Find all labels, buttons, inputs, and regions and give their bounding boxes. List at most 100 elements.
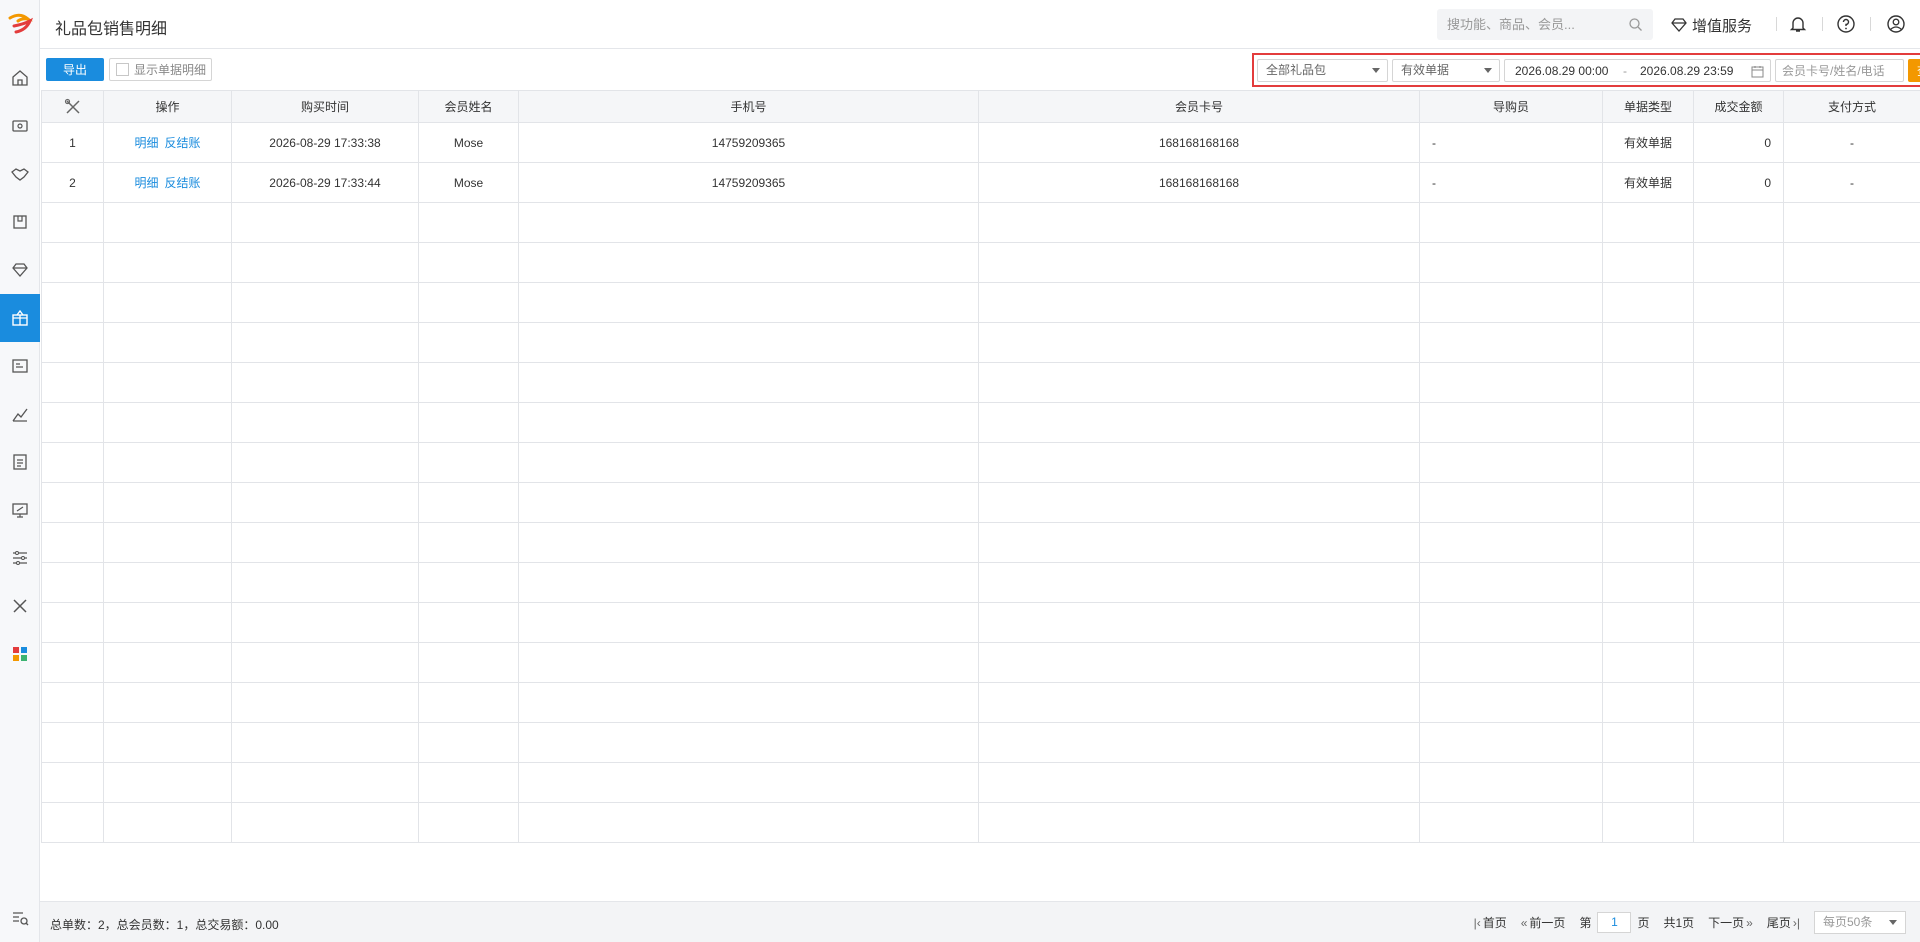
empty-cell (41, 762, 104, 803)
sidebar-item-goods[interactable] (0, 198, 40, 246)
empty-cell (1419, 482, 1603, 523)
empty-cell (518, 202, 979, 243)
apps-icon (13, 647, 27, 661)
sidebar-item-settings[interactable] (0, 534, 40, 582)
empty-cell (103, 802, 232, 843)
sidebar-item-analysis[interactable] (0, 390, 40, 438)
empty-cell (1419, 682, 1603, 723)
sidebar-item-apps[interactable] (0, 630, 40, 678)
show-detail-checkbox[interactable]: 显示单据明细 (109, 58, 213, 81)
amount: 0 (1693, 122, 1784, 163)
reverse-checkout-link[interactable]: 反结账 (165, 176, 201, 190)
vip-service-button[interactable]: 增值服务 (1670, 13, 1752, 37)
first-page-button[interactable]: |‹ 首页 (1474, 914, 1507, 931)
empty-row (41, 442, 1920, 483)
empty-cell (231, 482, 419, 523)
empty-cell (41, 802, 104, 843)
column-settings[interactable] (41, 90, 104, 123)
empty-cell (418, 482, 519, 523)
empty-row (41, 522, 1920, 563)
bell-icon[interactable] (1788, 14, 1808, 34)
date-start[interactable]: 2026.08.29 00:00 (1515, 64, 1608, 78)
empty-cell (103, 642, 232, 683)
empty-cell (978, 482, 1420, 523)
empty-cell (231, 282, 419, 323)
empty-row (41, 282, 1920, 323)
query-button[interactable]: 查询 (1908, 59, 1920, 82)
column-header: 会员姓名 (418, 90, 519, 123)
help-icon[interactable] (1836, 14, 1856, 34)
tools-icon (13, 599, 27, 613)
next-page-button[interactable]: 下一页» (1708, 914, 1753, 931)
date-end[interactable]: 2026.08.29 23:59 (1640, 64, 1733, 78)
empty-cell (1419, 202, 1603, 243)
empty-cell (418, 562, 519, 603)
detail-link[interactable]: 明细 (134, 176, 158, 190)
prev-page-icon: « (1520, 915, 1528, 930)
empty-cell (418, 762, 519, 803)
chevron-down-icon (1889, 920, 1897, 925)
sidebar-item-report[interactable] (0, 438, 40, 486)
calendar-icon[interactable] (1751, 65, 1764, 78)
sidebar-item-giftpack[interactable] (0, 294, 40, 342)
search-input[interactable] (1447, 9, 1622, 40)
reverse-checkout-link[interactable]: 反结账 (165, 136, 201, 150)
last-page-button[interactable]: 尾页 ›| (1767, 914, 1800, 931)
sidebar-item-menu-search[interactable] (0, 894, 40, 942)
empty-cell (418, 802, 519, 843)
keyword-input[interactable] (1775, 59, 1904, 82)
empty-cell (1693, 602, 1784, 643)
per-page-value: 每页50条 (1823, 915, 1873, 929)
empty-cell (978, 802, 1420, 843)
sidebar-item-promotion[interactable] (0, 486, 40, 534)
total-pages: 共1页 (1663, 916, 1695, 930)
last-page-label: 尾页 (1766, 916, 1791, 930)
sidebar-item-vip[interactable] (0, 246, 40, 294)
empty-cell (1693, 362, 1784, 403)
row-actions: 明细 反结账 (103, 122, 232, 163)
shopping-guide: - (1419, 122, 1603, 163)
empty-cell (231, 202, 419, 243)
empty-cell (418, 202, 519, 243)
empty-row (41, 242, 1920, 283)
logo (8, 13, 34, 34)
report-icon (13, 454, 27, 470)
detail-link[interactable]: 明细 (134, 136, 158, 150)
empty-cell (418, 722, 519, 763)
search-icon[interactable] (1628, 17, 1643, 32)
sidebar-item-member[interactable] (0, 342, 40, 390)
empty-cell (103, 482, 232, 523)
empty-cell (518, 562, 979, 603)
empty-cell (41, 442, 104, 483)
empty-cell (1602, 802, 1694, 843)
empty-cell (418, 362, 519, 403)
per-page-select[interactable]: 每页50条 (1814, 911, 1906, 934)
empty-cell (1419, 362, 1603, 403)
user-icon[interactable] (1886, 14, 1906, 34)
empty-cell (103, 522, 232, 563)
sidebar-item-cashier[interactable] (0, 102, 40, 150)
doc-status-select[interactable]: 有效单据 (1392, 59, 1500, 82)
settings-sliders-icon (13, 551, 27, 565)
empty-row (41, 402, 1920, 443)
member-card: 168168168168 (978, 162, 1420, 203)
empty-cell (418, 602, 519, 643)
empty-cell (1419, 442, 1603, 483)
checkbox-box[interactable] (116, 63, 129, 76)
prev-page-button[interactable]: «前一页 (1521, 914, 1566, 931)
giftpack-select[interactable]: 全部礼品包 (1257, 59, 1388, 82)
empty-cell (518, 442, 979, 483)
sidebar-item-tools[interactable] (0, 582, 40, 630)
empty-cell (1602, 402, 1694, 443)
tools-icon[interactable] (64, 98, 82, 116)
empty-cell (103, 602, 232, 643)
empty-cell (978, 562, 1420, 603)
empty-cell (231, 322, 419, 363)
date-range-picker[interactable]: 2026.08.29 00:00 - 2026.08.29 23:59 (1504, 59, 1771, 82)
global-search[interactable] (1437, 9, 1653, 40)
empty-row (41, 682, 1920, 723)
sidebar-item-home[interactable] (0, 54, 40, 102)
sidebar-item-deals[interactable] (0, 150, 40, 198)
export-button[interactable]: 导出 (46, 58, 104, 81)
page-number-input[interactable]: 1 (1597, 912, 1632, 933)
